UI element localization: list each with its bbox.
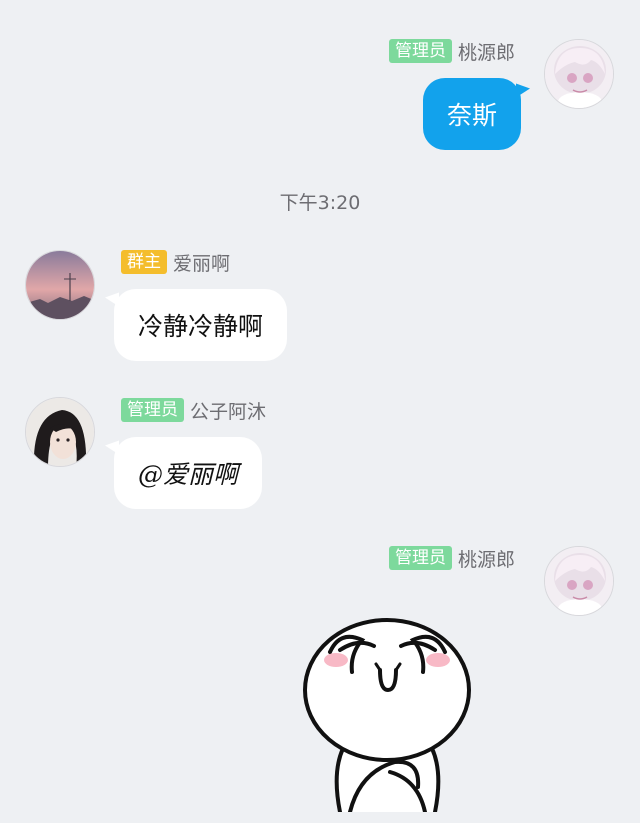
sender-meta: 管理员 桃源郎 — [280, 38, 515, 64]
anime-girl-avatar-icon[interactable] — [544, 546, 614, 616]
incoming-message-bubble[interactable]: @爱丽啊 — [114, 437, 263, 509]
role-badge: 群主 — [121, 250, 167, 274]
sender-meta: 群主 爱丽啊 — [121, 249, 230, 275]
sender-name[interactable]: 桃源郎 — [458, 38, 515, 65]
sender-name[interactable]: 爱丽啊 — [173, 249, 230, 276]
sender-meta: 管理员 公子阿沐 — [121, 397, 266, 423]
outgoing-message-bubble[interactable]: 奈斯 — [423, 78, 522, 150]
dark-haired-avatar-icon[interactable] — [25, 397, 95, 467]
sender-meta: 管理员 桃源郎 — [280, 545, 515, 571]
role-badge: 管理员 — [388, 546, 452, 570]
role-badge: 管理员 — [388, 39, 452, 63]
happy-cheering-sticker[interactable] — [300, 612, 475, 814]
sender-name[interactable]: 桃源郎 — [458, 545, 515, 572]
incoming-message-bubble[interactable]: 冷静冷静啊 — [114, 289, 288, 361]
timestamp: 下午3:20 — [279, 192, 361, 214]
anime-girl-avatar-icon[interactable] — [544, 39, 614, 109]
sender-name[interactable]: 公子阿沐 — [190, 397, 266, 424]
role-badge: 管理员 — [121, 398, 184, 422]
sunset-avatar-icon[interactable] — [25, 250, 95, 320]
